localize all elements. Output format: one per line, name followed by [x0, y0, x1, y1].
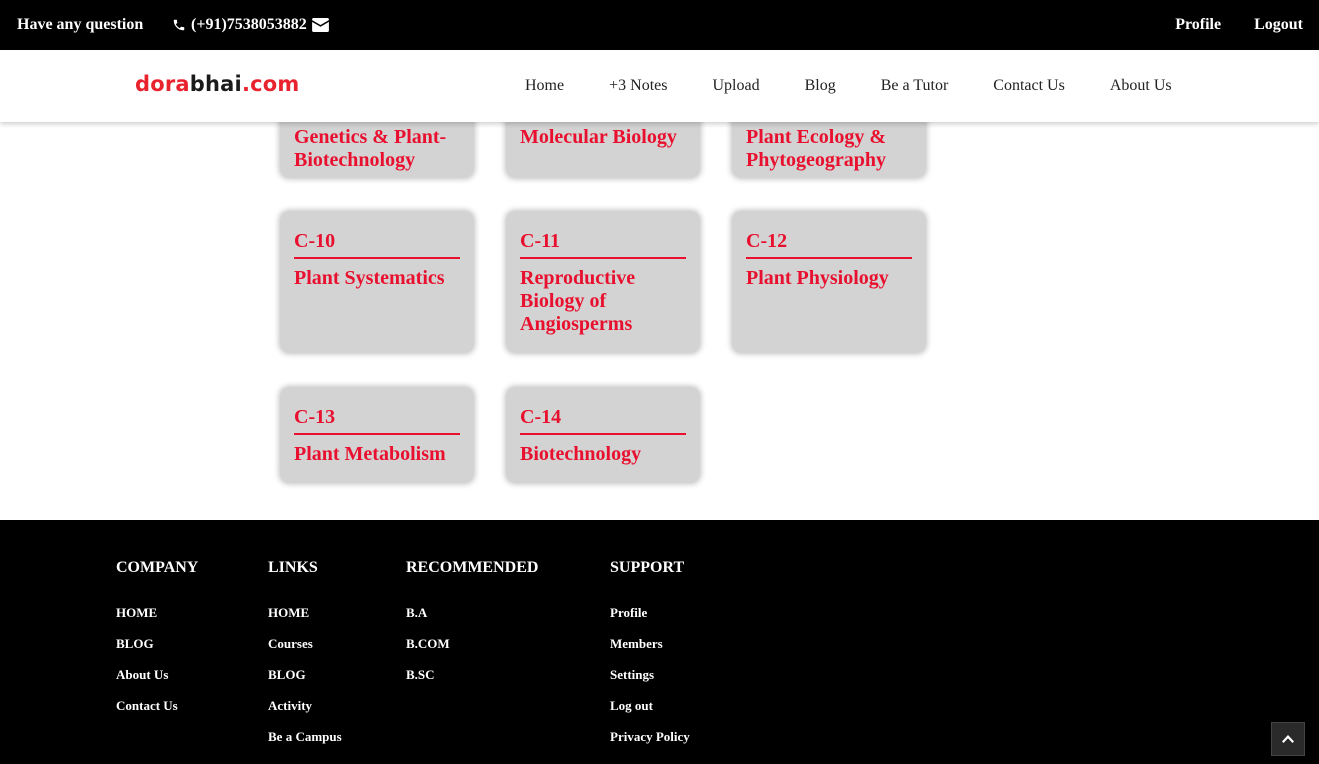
logo-part-1: dora [135, 72, 190, 96]
course-code: C-13 [294, 406, 460, 435]
phone-icon [173, 19, 185, 31]
footer-link[interactable]: BLOG [268, 667, 342, 698]
footer-link[interactable]: Activity [268, 698, 342, 729]
course-card[interactable]: Molecular Biology [507, 122, 699, 177]
site-footer: COMPANY HOME BLOG About Us Contact Us LI… [0, 520, 1319, 764]
main-navbar: dorabhai.com Home +3 Notes Upload Blog B… [0, 50, 1319, 122]
footer-heading: SUPPORT [610, 559, 685, 576]
profile-link[interactable]: Profile [1175, 16, 1221, 34]
site-logo[interactable]: dorabhai.com [135, 72, 300, 96]
footer-recommended: RECOMMENDED B.A B.COM B.SC [406, 559, 538, 698]
footer-link[interactable]: Profile [610, 605, 690, 636]
course-grid: Genetics & Plant-Biotechnology Molecular… [0, 122, 1319, 520]
course-card[interactable]: C-14 Biotechnology [507, 388, 699, 482]
account-links: Profile Logout [1175, 16, 1303, 34]
nav-blog[interactable]: Blog [805, 77, 836, 95]
course-code: C-10 [294, 230, 460, 259]
nav-home[interactable]: Home [525, 77, 564, 95]
course-code: C-12 [746, 230, 912, 259]
footer-heading: COMPANY [116, 559, 199, 576]
footer-support: SUPPORT Profile Members Settings Log out… [610, 559, 690, 760]
footer-link[interactable]: About Us [116, 667, 198, 698]
logo-part-2: bhai [189, 72, 242, 96]
footer-link[interactable]: Contact Us [116, 698, 198, 729]
course-card[interactable]: Genetics & Plant-Biotechnology [281, 122, 473, 177]
question-text: Have any question [17, 16, 144, 33]
envelope-icon[interactable] [311, 18, 329, 32]
nav-menu: Home +3 Notes Upload Blog Be a Tutor Con… [525, 77, 1172, 95]
footer-link[interactable]: Members [610, 636, 690, 667]
top-bar: Have any question (+91)7538053882 Profil… [0, 0, 1319, 50]
chevron-up-icon [1282, 735, 1294, 743]
course-title: Biotechnology [520, 443, 642, 465]
course-card[interactable]: C-10 Plant Systematics [281, 212, 473, 352]
footer-link[interactable]: Be a Campus [268, 729, 342, 760]
course-card[interactable]: C-11 Reproductive Biology of Angiosperms [507, 212, 699, 352]
phone-number: (+91)7538053882 [191, 16, 307, 33]
footer-link[interactable]: Settings [610, 667, 690, 698]
footer-heading: RECOMMENDED [406, 559, 539, 576]
footer-link[interactable]: B.A [406, 605, 538, 636]
footer-link[interactable]: Log out [610, 698, 690, 729]
contact-phone[interactable]: (+91)7538053882 [172, 16, 329, 34]
nav-upload[interactable]: Upload [712, 77, 759, 95]
course-title: Genetics & Plant-Biotechnology [294, 126, 447, 171]
footer-link[interactable]: B.COM [406, 636, 538, 667]
course-title: Plant Systematics [294, 267, 445, 289]
footer-link[interactable]: BLOG [116, 636, 198, 667]
course-title: Plant Metabolism [294, 443, 446, 465]
footer-link[interactable]: HOME [116, 605, 198, 636]
nav-about-us[interactable]: About Us [1110, 77, 1172, 95]
logout-link[interactable]: Logout [1254, 16, 1303, 34]
footer-company: COMPANY HOME BLOG About Us Contact Us [116, 559, 198, 729]
footer-link[interactable]: B.SC [406, 667, 538, 698]
course-title: Plant Ecology & Phytogeography [746, 126, 886, 171]
nav-notes[interactable]: +3 Notes [609, 77, 667, 95]
nav-be-a-tutor[interactable]: Be a Tutor [881, 77, 949, 95]
course-card[interactable]: C-13 Plant Metabolism [281, 388, 473, 482]
course-title: Plant Physiology [746, 267, 889, 289]
course-code: C-14 [520, 406, 686, 435]
nav-contact-us[interactable]: Contact Us [993, 77, 1065, 95]
footer-link[interactable]: Privacy Policy [610, 729, 690, 760]
footer-link[interactable]: Courses [268, 636, 342, 667]
course-code: C-11 [520, 230, 686, 259]
footer-heading: LINKS [268, 559, 318, 576]
course-card[interactable]: C-12 Plant Physiology [733, 212, 925, 352]
course-title: Reproductive Biology of Angiosperms [520, 267, 636, 335]
footer-links: LINKS HOME Courses BLOG Activity Be a Ca… [268, 559, 342, 760]
course-card[interactable]: Plant Ecology & Phytogeography [733, 122, 925, 177]
scroll-to-top-button[interactable] [1271, 722, 1305, 756]
logo-part-3: .com [241, 72, 300, 96]
footer-link[interactable]: HOME [268, 605, 342, 636]
course-title: Molecular Biology [520, 126, 677, 148]
